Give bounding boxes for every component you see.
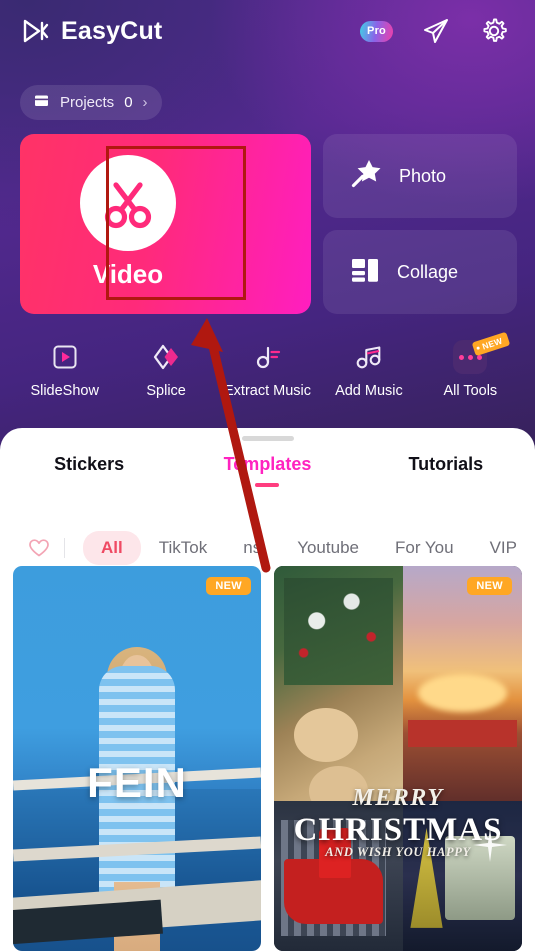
photo-card[interactable]: Photo [323, 134, 517, 218]
template-grid: FEIN NEW MERRY CHRISTMAS AND WISH YOU HA… [13, 566, 535, 951]
new-badge: NEW [472, 331, 511, 357]
tab-label: Tutorials [408, 454, 484, 474]
template-line-1: MERRY [352, 785, 444, 812]
tool-all-tools[interactable]: NEW All Tools [420, 331, 521, 399]
slideshow-play-icon [48, 340, 82, 374]
tool-add-music[interactable]: Add Music [318, 340, 419, 399]
pro-badge[interactable]: Pro [360, 20, 393, 42]
new-badge: NEW [206, 577, 251, 595]
video-card-label: Video [92, 259, 164, 289]
template-line-2: CHRISTMAS [293, 812, 503, 849]
projects-count: 0 [124, 94, 133, 111]
video-card-content: Video [58, 155, 198, 290]
main-action-cards: Video Photo Collage [20, 134, 517, 314]
chip-youtube[interactable]: Youtube [279, 531, 377, 565]
tab-templates[interactable]: Templates [178, 454, 356, 487]
easycut-logo-icon [20, 16, 50, 46]
chip-tiktok[interactable]: TikTok [141, 531, 226, 565]
collage-card[interactable]: Collage [323, 230, 517, 314]
collage-card-label: Collage [397, 261, 459, 282]
add-music-note-icon [352, 340, 386, 374]
sheet-drag-handle[interactable] [241, 436, 294, 441]
category-chips: All TikTok ns Youtube For You VIP [0, 526, 535, 570]
chip-all[interactable]: All [83, 531, 141, 565]
template-card-2[interactable]: MERRY CHRISTMAS AND WISH YOU HAPPY NEW [274, 566, 522, 951]
tools-row: SlideShow Splice Extract Music Add Music… [0, 331, 535, 424]
sunset-glow [417, 673, 508, 713]
tool-splice[interactable]: Splice [115, 340, 216, 399]
folder-icon [33, 92, 50, 114]
active-tab-underline [255, 483, 280, 487]
tool-slideshow[interactable]: SlideShow [14, 340, 115, 399]
scissors-icon [80, 155, 176, 251]
app-header: EasyCut Pro [0, 0, 535, 62]
tool-extract-music[interactable]: Extract Music [217, 340, 318, 399]
tab-tutorials[interactable]: Tutorials [357, 454, 535, 475]
snowy-foliage [283, 577, 394, 686]
chevron-right-icon: › [142, 94, 148, 111]
app-root: EasyCut Pro Projects 0 › Video Photo Col… [0, 0, 535, 951]
chip-vip[interactable]: VIP [472, 531, 535, 565]
tool-label: Splice [146, 383, 186, 399]
tab-stickers[interactable]: Stickers [0, 454, 178, 475]
sheet-tabs: Stickers Templates Tutorials [0, 454, 535, 487]
brand: EasyCut [20, 16, 162, 46]
splice-diamond-icon [149, 340, 183, 374]
side-cards: Photo Collage [323, 134, 517, 314]
chip-partial[interactable]: ns [225, 531, 279, 565]
header-actions: Pro [360, 16, 509, 46]
template-line-3: AND WISH YOU HAPPY [325, 845, 471, 860]
tool-label: Add Music [335, 383, 403, 399]
heart-outline-icon[interactable] [28, 537, 50, 559]
template-card-1[interactable]: FEIN NEW [13, 566, 261, 951]
photo-card-label: Photo [399, 165, 447, 186]
gear-icon[interactable] [479, 16, 509, 46]
template-overlay-text: FEIN [87, 758, 187, 806]
market-roof [407, 720, 518, 747]
collage-grid-icon [349, 254, 381, 291]
tool-label: Extract Music [224, 383, 312, 399]
send-plane-icon[interactable] [421, 16, 451, 46]
tool-label: SlideShow [30, 383, 99, 399]
tab-label: Templates [223, 454, 312, 474]
magic-wand-star-icon [349, 157, 383, 196]
tool-label: All Tools [443, 383, 498, 399]
projects-button[interactable]: Projects 0 › [20, 85, 162, 120]
app-title: EasyCut [61, 16, 163, 45]
chip-divider [64, 538, 65, 558]
tab-label: Stickers [54, 454, 125, 474]
sparkle-star-icon [473, 827, 508, 862]
extract-music-note-icon [251, 340, 285, 374]
new-badge: NEW [467, 577, 512, 595]
video-card[interactable]: Video [20, 134, 311, 314]
chip-for-you[interactable]: For You [377, 531, 472, 565]
projects-label: Projects [60, 94, 115, 111]
